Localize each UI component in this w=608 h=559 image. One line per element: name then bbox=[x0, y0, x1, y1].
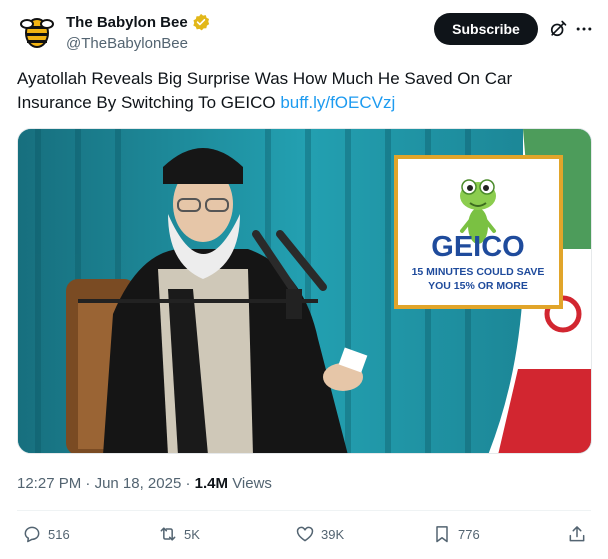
author-name[interactable]: The Babylon Bee bbox=[66, 13, 210, 31]
reply-button[interactable]: 516 bbox=[22, 522, 70, 546]
heart-icon bbox=[296, 526, 314, 542]
tweet-meta: 12:27 PM · Jun 18, 2025 · 1.4M Views bbox=[17, 475, 272, 492]
meta-separator: · bbox=[185, 475, 195, 492]
bookmark-count: 776 bbox=[458, 526, 480, 542]
verified-badge-icon[interactable] bbox=[192, 13, 210, 31]
more-icon[interactable] bbox=[574, 19, 594, 39]
repost-button[interactable]: 5K bbox=[158, 522, 200, 546]
geico-slogan-line1: 15 MINUTES COULD SAVE bbox=[412, 266, 545, 278]
bookmark-button[interactable]: 776 bbox=[432, 522, 480, 546]
babylon-bee-logo-icon bbox=[20, 18, 54, 48]
reply-icon bbox=[24, 526, 40, 543]
tweet-date[interactable]: Jun 18, 2025 bbox=[95, 475, 182, 492]
subscribe-button[interactable]: Subscribe bbox=[434, 13, 538, 45]
grok-icon[interactable] bbox=[548, 19, 568, 39]
like-count: 39K bbox=[321, 526, 345, 542]
reply-count: 516 bbox=[48, 526, 70, 542]
views-count: 1.4M bbox=[194, 475, 229, 492]
author-name-text[interactable]: The Babylon Bee bbox=[66, 14, 188, 31]
divider bbox=[17, 510, 591, 511]
share-button[interactable] bbox=[567, 522, 587, 546]
repost-count: 5K bbox=[184, 526, 200, 542]
geico-brand: GEICO bbox=[431, 231, 524, 263]
views-label: Views bbox=[232, 475, 272, 492]
repost-icon bbox=[160, 527, 176, 541]
like-button[interactable]: 39K bbox=[295, 522, 344, 546]
meta-separator: · bbox=[85, 475, 95, 492]
share-icon bbox=[569, 526, 585, 542]
tweet-text: Ayatollah Reveals Big Surprise Was How M… bbox=[17, 67, 577, 115]
bookmark-icon bbox=[436, 526, 448, 543]
geico-slogan-line2: YOU 15% OR MORE bbox=[428, 280, 528, 292]
tweet-link[interactable]: buff.ly/fOECVzj bbox=[280, 93, 395, 112]
author-handle[interactable]: @TheBabylonBee bbox=[66, 35, 188, 52]
tweet-media[interactable]: GEICO 15 MINUTES COULD SAVE YOU 15% OR M… bbox=[17, 128, 592, 454]
media-photo: GEICO 15 MINUTES COULD SAVE YOU 15% OR M… bbox=[18, 129, 591, 453]
avatar[interactable] bbox=[17, 12, 57, 52]
tweet-body: Ayatollah Reveals Big Surprise Was How M… bbox=[17, 69, 513, 112]
tweet-time[interactable]: 12:27 PM bbox=[17, 475, 81, 492]
